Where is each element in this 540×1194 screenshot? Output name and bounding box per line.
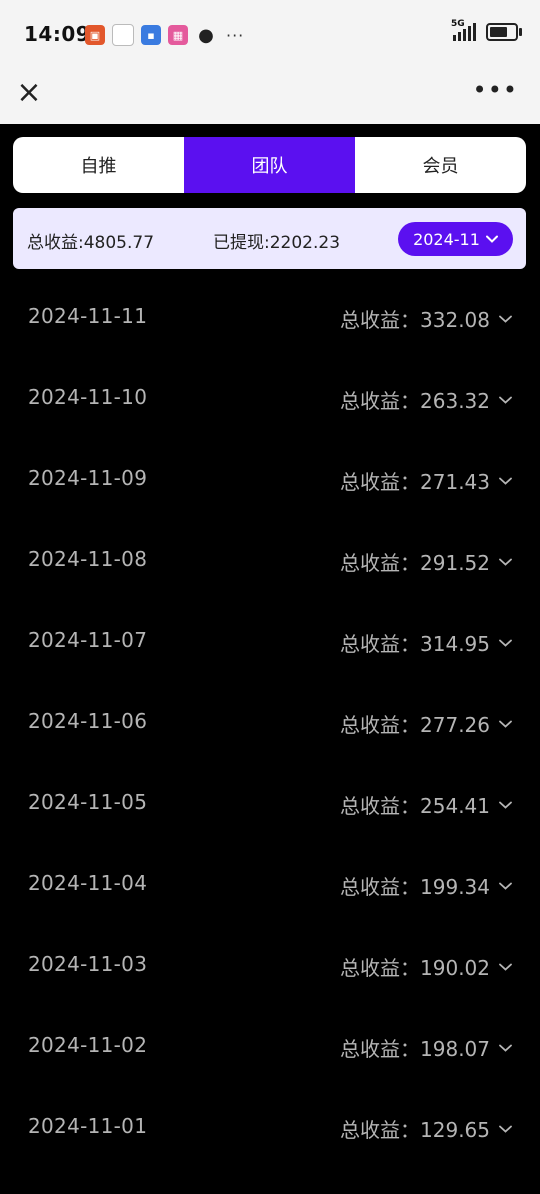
chevron-down-icon (499, 1044, 512, 1052)
chevron-down-icon (499, 558, 512, 566)
row-earnings: 总收益：277.26 (340, 709, 512, 738)
daily-earnings-list: 2024-11-11 总收益：332.08 2024-11-10 总收益：263.32… (0, 276, 540, 1167)
row-date: 2024-11-08 (28, 547, 148, 571)
chevron-down-icon (499, 477, 512, 485)
row-earnings-label: 总收益：314.95 (340, 632, 490, 656)
row-earnings-label: 总收益：254.41 (340, 794, 490, 818)
tab-team[interactable]: 团队 (184, 137, 355, 193)
list-item[interactable]: 2024-11-08 总收益：291.52 (0, 519, 540, 600)
row-earnings: 总收益：291.52 (340, 547, 512, 576)
list-item[interactable]: 2024-11-09 总收益：271.43 (0, 438, 540, 519)
list-item[interactable]: 2024-11-11 总收益：332.08 (0, 276, 540, 357)
total-earnings: 总收益:4805.77 (27, 233, 155, 253)
row-date: 2024-11-09 (28, 466, 148, 490)
list-item[interactable]: 2024-11-10 总收益：263.32 (0, 357, 540, 438)
chevron-down-icon (499, 639, 512, 647)
row-earnings: 总收益：190.02 (340, 952, 512, 981)
row-date: 2024-11-01 (28, 1114, 148, 1138)
earnings-summary: 总收益:4805.77 已提现:2202.23 2024-11 (13, 208, 526, 269)
list-item[interactable]: 2024-11-06 总收益：277.26 (0, 681, 540, 762)
row-date: 2024-11-11 (28, 304, 148, 328)
tab-bar: 自推 团队 会员 (13, 137, 526, 193)
row-date: 2024-11-05 (28, 790, 148, 814)
row-earnings-label: 总收益：199.34 (340, 875, 490, 899)
row-earnings-label: 总收益：263.32 (340, 389, 490, 413)
row-earnings: 总收益：332.08 (340, 304, 512, 333)
more-notifications-icon: ··· (226, 25, 245, 45)
list-item[interactable]: 2024-11-07 总收益：314.95 (0, 600, 540, 681)
row-earnings: 总收益：129.65 (340, 1114, 512, 1143)
signal-icon: 5G (451, 19, 476, 41)
network-type: 5G (451, 19, 465, 29)
app-notification-icon: ▦ (168, 25, 188, 45)
row-date: 2024-11-06 (28, 709, 148, 733)
row-earnings: 总收益：254.41 (340, 790, 512, 819)
chevron-down-icon (499, 315, 512, 323)
chevron-down-icon (499, 801, 512, 809)
list-item[interactable]: 2024-11-01 总收益：129.65 (0, 1086, 540, 1167)
row-earnings-label: 总收益：291.52 (340, 551, 490, 575)
app-notification-icon: ◆ (112, 24, 134, 46)
chevron-down-icon (499, 720, 512, 728)
notification-icons: ▣ ◆ ▪ ▦ ● ··· (85, 24, 244, 46)
battery-icon (486, 23, 522, 41)
row-earnings: 总收益：198.07 (340, 1033, 512, 1062)
row-date: 2024-11-04 (28, 871, 148, 895)
chevron-down-icon (485, 235, 498, 243)
app-notification-icon: ▣ (85, 25, 105, 45)
nav-bar: × ••• (0, 68, 540, 124)
chevron-down-icon (499, 1125, 512, 1133)
row-date: 2024-11-10 (28, 385, 148, 409)
wechat-icon: ● (198, 24, 214, 46)
list-item[interactable]: 2024-11-04 总收益：199.34 (0, 843, 540, 924)
tab-self[interactable]: 自推 (13, 137, 184, 193)
row-earnings: 总收益：199.34 (340, 871, 512, 900)
status-bar: 14:09 ▣ ◆ ▪ ▦ ● ··· 5G (0, 0, 540, 68)
close-icon[interactable]: × (14, 78, 44, 108)
row-earnings-label: 总收益：277.26 (340, 713, 490, 737)
row-earnings: 总收益：263.32 (340, 385, 512, 414)
row-earnings-label: 总收益：190.02 (340, 956, 490, 980)
chevron-down-icon (499, 882, 512, 890)
month-selector-label: 2024-11 (413, 229, 480, 249)
list-item[interactable]: 2024-11-03 总收益：190.02 (0, 924, 540, 1005)
status-indicators: 5G (451, 19, 522, 41)
row-earnings: 总收益：314.95 (340, 628, 512, 657)
row-earnings-label: 总收益：271.43 (340, 470, 490, 494)
withdrawn-amount: 已提现:2202.23 (213, 233, 341, 253)
chevron-down-icon (499, 963, 512, 971)
row-earnings-label: 总收益：129.65 (340, 1118, 490, 1142)
row-date: 2024-11-03 (28, 952, 148, 976)
list-item[interactable]: 2024-11-02 总收益：198.07 (0, 1005, 540, 1086)
status-time: 14:09 (24, 22, 91, 46)
list-item[interactable]: 2024-11-05 总收益：254.41 (0, 762, 540, 843)
month-selector[interactable]: 2024-11 (398, 222, 513, 256)
app-notification-icon: ▪ (141, 25, 161, 45)
row-date: 2024-11-02 (28, 1033, 148, 1057)
chevron-down-icon (499, 396, 512, 404)
tab-member[interactable]: 会员 (355, 137, 526, 193)
row-earnings-label: 总收益：198.07 (340, 1037, 490, 1061)
row-date: 2024-11-07 (28, 628, 148, 652)
row-earnings-label: 总收益：332.08 (340, 308, 490, 332)
more-options-icon[interactable]: ••• (473, 78, 518, 102)
row-earnings: 总收益：271.43 (340, 466, 512, 495)
